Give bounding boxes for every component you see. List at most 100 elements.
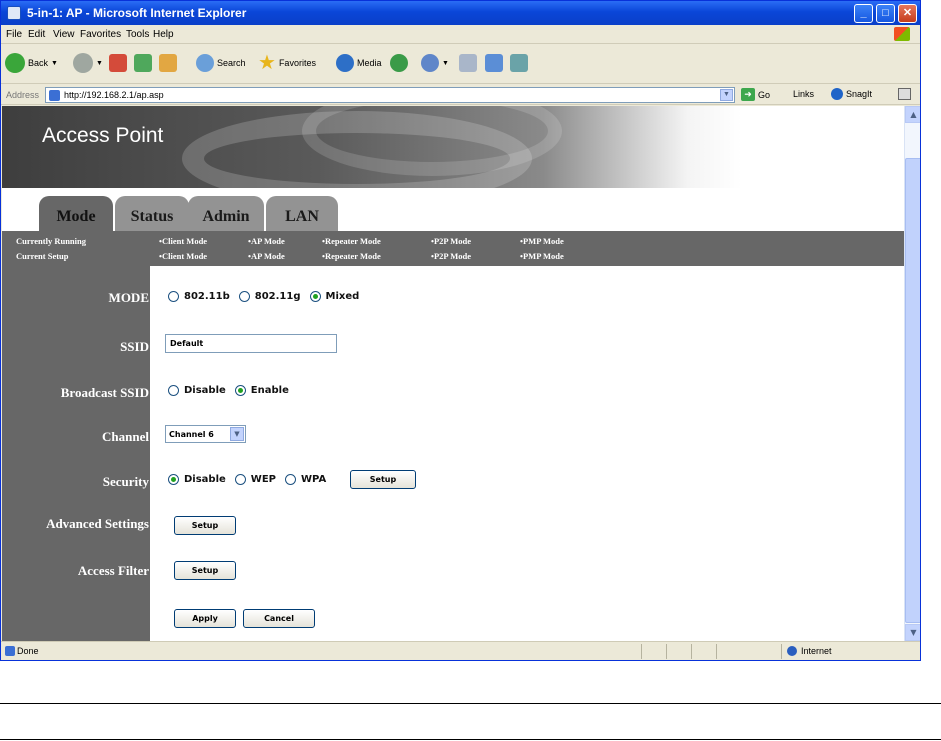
messenger-button[interactable]: [510, 52, 528, 74]
title-bar[interactable]: 5-in-1: AP - Microsoft Internet Explorer…: [1, 1, 920, 25]
security-wpa-radio[interactable]: [285, 474, 296, 485]
back-button[interactable]: Back ▼: [5, 52, 58, 74]
vertical-scrollbar[interactable]: ▲ ▼: [904, 106, 920, 641]
security-wep-label: WEP: [250, 474, 276, 485]
address-dropdown-icon[interactable]: ▼: [720, 89, 733, 101]
favorites-label: Favorites: [278, 58, 316, 68]
go-arrow-icon: ➜: [741, 88, 755, 101]
running-p2p-mode[interactable]: •P2P Mode: [431, 236, 471, 246]
close-button[interactable]: ✕: [898, 4, 917, 23]
ssid-label: SSID: [120, 339, 149, 354]
window-title: 5-in-1: AP - Microsoft Internet Explorer: [27, 6, 247, 20]
page-icon: [49, 90, 60, 101]
minimize-button[interactable]: _: [854, 4, 873, 23]
status-divider: [716, 644, 717, 659]
running-client-mode[interactable]: •Client Mode: [159, 236, 207, 246]
search-icon: [196, 54, 214, 72]
broadcast-options: Disable Enable: [168, 385, 298, 396]
back-arrow-icon: [5, 53, 25, 73]
menu-tools[interactable]: Tools: [126, 29, 149, 40]
links-button[interactable]: Links: [793, 89, 814, 99]
mode-80211b-radio[interactable]: [168, 291, 179, 302]
status-page-icon: [5, 646, 15, 656]
favorites-star-icon: ★: [258, 52, 276, 74]
broadcast-disable-radio[interactable]: [168, 385, 179, 396]
status-divider: [641, 644, 642, 659]
menu-file[interactable]: File: [6, 29, 22, 40]
advanced-setup-button[interactable]: Setup: [174, 516, 236, 535]
setup-client-mode[interactable]: •Client Mode: [159, 251, 207, 261]
maximize-button[interactable]: □: [876, 4, 895, 23]
scroll-up-icon[interactable]: ▲: [905, 106, 920, 123]
mode-80211b-label: 802.11b: [184, 291, 230, 302]
setup-pmp-mode[interactable]: •PMP Mode: [520, 251, 564, 261]
security-options: Disable WEP WPA: [168, 474, 335, 485]
forward-button[interactable]: ▼: [73, 52, 103, 74]
tab-mode[interactable]: Mode: [39, 196, 113, 231]
mode-80211g-radio[interactable]: [238, 291, 250, 302]
tab-mode-label: Mode: [56, 208, 96, 225]
search-label: Search: [217, 58, 246, 68]
snagit-button[interactable]: SnagIt: [831, 88, 872, 100]
media-button[interactable]: Media: [336, 52, 382, 74]
stop-button[interactable]: [109, 52, 127, 74]
broadcast-enable-radio[interactable]: [234, 385, 246, 396]
modes-bar: Currently Running Current Setup •Client …: [2, 231, 904, 266]
status-divider: [691, 644, 692, 659]
back-dropdown-icon[interactable]: ▼: [51, 60, 58, 67]
address-input[interactable]: http://192.168.2.1/ap.asp ▼: [45, 87, 735, 103]
edit-icon: [485, 54, 503, 72]
tab-admin[interactable]: Admin: [188, 196, 264, 231]
page-rule-bottom: [0, 739, 941, 740]
channel-dropdown-icon[interactable]: ▼: [230, 427, 244, 441]
setup-repeater-mode[interactable]: •Repeater Mode: [322, 251, 381, 261]
tab-status[interactable]: Status: [115, 196, 189, 231]
edit-button[interactable]: [485, 52, 503, 74]
menu-edit[interactable]: Edit: [28, 29, 45, 40]
mode-mixed-radio[interactable]: [309, 291, 321, 302]
scroll-thumb[interactable]: [905, 158, 920, 623]
menu-help[interactable]: Help: [153, 29, 174, 40]
refresh-button[interactable]: [134, 52, 152, 74]
search-button[interactable]: Search: [196, 52, 246, 74]
setup-ap-mode[interactable]: •AP Mode: [248, 251, 285, 261]
security-label: Security: [102, 474, 149, 489]
setup-p2p-mode[interactable]: •P2P Mode: [431, 251, 471, 261]
running-ap-mode[interactable]: •AP Mode: [248, 236, 285, 246]
status-bar: Done Internet: [1, 641, 920, 660]
page-rule-top: [0, 703, 941, 704]
menu-view[interactable]: View: [53, 29, 75, 40]
scroll-down-icon[interactable]: ▼: [905, 624, 920, 641]
mail-icon: [421, 54, 439, 72]
history-button[interactable]: [390, 52, 408, 74]
channel-value: Channel 6: [169, 430, 214, 439]
cancel-button[interactable]: Cancel: [243, 609, 315, 628]
tab-bar: Mode Status Admin LAN: [2, 188, 904, 231]
mail-button[interactable]: ▼: [421, 52, 449, 74]
security-disable-label: Disable: [184, 474, 226, 485]
apply-button[interactable]: Apply: [174, 609, 236, 628]
messenger-icon: [510, 54, 528, 72]
running-repeater-mode[interactable]: •Repeater Mode: [322, 236, 381, 246]
zone-label: Internet: [801, 646, 832, 656]
tab-lan[interactable]: LAN: [266, 196, 338, 231]
menu-favorites[interactable]: Favorites: [80, 29, 121, 40]
access-filter-setup-button[interactable]: Setup: [174, 561, 236, 580]
ssid-input[interactable]: Default: [165, 334, 337, 353]
snagit-capture-icon[interactable]: [898, 88, 911, 100]
security-zone: Internet: [787, 646, 832, 656]
home-button[interactable]: [159, 52, 177, 74]
stop-icon: [109, 54, 127, 72]
forward-dropdown-icon[interactable]: ▼: [96, 60, 103, 67]
mail-dropdown-icon[interactable]: ▼: [442, 60, 449, 67]
running-pmp-mode[interactable]: •PMP Mode: [520, 236, 564, 246]
security-disable-radio[interactable]: [168, 474, 179, 485]
mode-mixed-label: Mixed: [325, 291, 360, 302]
print-button[interactable]: [459, 52, 477, 74]
security-wep-radio[interactable]: [234, 474, 246, 485]
favorites-button[interactable]: ★ Favorites: [258, 52, 316, 74]
banner: Access Point: [2, 106, 904, 206]
go-button[interactable]: ➜ Go: [741, 88, 770, 101]
channel-select[interactable]: Channel 6 ▼: [165, 425, 246, 443]
security-setup-button[interactable]: Setup: [350, 470, 416, 489]
